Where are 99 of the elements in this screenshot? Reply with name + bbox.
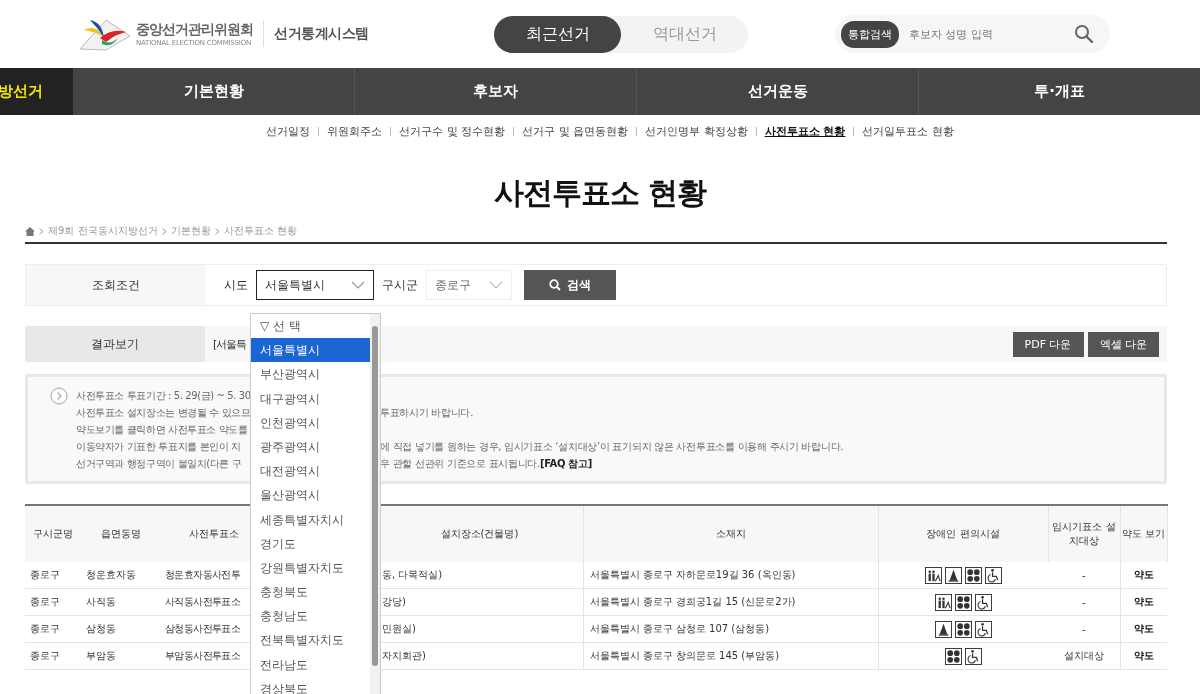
table-cell: 서울특별시 종로구 경희궁1길 15 (신문로2가) <box>589 596 796 607</box>
page-title: 사전투표소 현황 <box>492 174 708 212</box>
search-input[interactable]: 후보자 성명 입력 <box>907 26 1061 42</box>
dropdown-option[interactable]: 광주광역시 <box>251 434 370 460</box>
province-select[interactable]: 서울특별시 <box>256 270 374 300</box>
field-label: 구시군 <box>382 276 418 294</box>
search-field[interactable]: 통합검색 후보자 성명 입력 <box>835 15 1110 53</box>
column-header: 임시기표소 설치대상 <box>1052 521 1116 546</box>
column-header: 사전투표소 <box>189 528 239 539</box>
table-cell: - <box>1081 569 1086 581</box>
notice-text: 사전투표소 투표기간 : 5. 29(금) ~ 5. 30 <box>76 388 249 403</box>
query-label: 조회조건 <box>26 265 206 305</box>
table-cell: 동, 다목적실) <box>382 569 443 580</box>
column-header: 소재지 <box>715 528 746 539</box>
chevron-circle-icon <box>50 387 68 405</box>
chevron-down-icon <box>351 281 365 289</box>
chevron-icon <box>161 227 167 235</box>
search-scope-label: 통합검색 <box>841 20 899 48</box>
map-link[interactable]: 약도 <box>1133 596 1154 607</box>
chevron-down-icon <box>489 281 503 289</box>
map-link[interactable]: 약도 <box>1133 623 1154 634</box>
table-cell: 서울특별시 종로구 창의문로 145 (부암동) <box>589 650 780 661</box>
column-header: 읍면동명 <box>101 528 141 539</box>
table-cell: 삼청동사전투표소 <box>165 623 241 634</box>
results-summary: [서울특 <box>213 336 247 352</box>
table-cell: 설치대상 <box>1063 650 1104 661</box>
table-cell: 사직동사전투표소 <box>165 596 241 607</box>
dropdown-option[interactable]: 강원특별자치도 <box>251 555 370 581</box>
table-cell: 삼청동 <box>86 623 116 634</box>
nav-menu-item[interactable]: 선거운동 <box>636 68 918 115</box>
results-label: 결과보기 <box>25 326 205 362</box>
sub-menu-link[interactable]: 선거일투표소 현황 <box>862 123 954 139</box>
sub-menu-link[interactable]: 선거일정 <box>266 123 311 139</box>
map-link[interactable]: 약도 <box>1133 569 1154 580</box>
dropdown-option[interactable]: 경기도 <box>251 531 370 556</box>
table-cell: 부암동사전투표소 <box>165 650 241 661</box>
election-tab[interactable]: 최근선거 <box>494 15 621 53</box>
table-cell: 부암동 <box>86 650 116 661</box>
notice-text: 약도보기를 클릭하면 사전투표소 약도를 <box>76 422 249 437</box>
system-name: 선거통계시스템 <box>274 25 369 43</box>
scrollbar[interactable] <box>370 314 380 694</box>
field-label: 시도 <box>224 276 248 294</box>
notice-text: 이동약자가 기표한 투표지를 본인이 지 <box>76 439 242 454</box>
table-cell: 종로구 <box>30 596 60 607</box>
current-election-label: 방선거 <box>0 82 43 101</box>
table-cell: 강당) <box>382 596 406 607</box>
dropdown-option[interactable]: 울산광역시 <box>251 483 370 508</box>
dropdown-option[interactable]: 부산광역시 <box>251 362 370 387</box>
dropdown-option[interactable]: ▽ 선 택 <box>251 314 370 339</box>
sub-menu-link[interactable]: 사전투표소 현황 <box>764 123 846 139</box>
nav-menu-item[interactable]: 투·개표 <box>918 68 1200 115</box>
column-header: 설치장소(건물명) <box>440 528 519 539</box>
notice-text: 투표하시기 바랍니다. <box>380 405 474 420</box>
dropdown-option[interactable]: 전북특별자치도 <box>251 628 370 653</box>
dropdown-option[interactable]: 경상북도 <box>251 676 370 694</box>
dropdown-option[interactable]: 대전광역시 <box>251 459 370 484</box>
download-button[interactable]: PDF 다운 <box>1012 331 1084 357</box>
notice-text: 사전투표소 설치장소는 변경될 수 있으므 <box>76 405 249 420</box>
search-icon <box>549 279 561 291</box>
dropdown-option[interactable]: 전라남도 <box>251 652 370 677</box>
sub-menu-link[interactable]: 선거구 및 읍면동현황 <box>522 123 629 139</box>
dropdown-option[interactable]: 충청북도 <box>251 580 370 605</box>
district-select[interactable]: 종로구 <box>426 270 512 300</box>
dropdown-option[interactable]: 세종특별자치시 <box>251 507 370 532</box>
table-cell: 민원실) <box>382 623 416 634</box>
column-header: 약도 보기 <box>1121 528 1166 539</box>
notice-text: 에 직접 넣기를 원하는 경우, 임시기표소 ‘설치대상’이 표기되지 않은 사전투표소를 이용해 주시기 바랍니다. <box>380 439 844 454</box>
organization-name: 중앙선거관리위원회 <box>136 21 253 39</box>
dropdown-option[interactable]: 대구광역시 <box>251 386 370 411</box>
dropdown-option[interactable]: 서울특별시 <box>251 338 370 363</box>
home-icon[interactable] <box>25 226 35 236</box>
table-cell: 서울특별시 종로구 자하문로19길 36 (옥인동) <box>589 569 796 580</box>
table-cell: - <box>1081 596 1086 608</box>
map-link[interactable]: 약도 <box>1133 650 1154 661</box>
table-cell: - <box>1081 623 1086 635</box>
nav-menu-item[interactable]: 후보자 <box>354 68 636 115</box>
sub-menu-link[interactable]: 선거구수 및 정수현황 <box>399 123 506 139</box>
table-cell: 자치회관) <box>382 650 426 661</box>
search-icon[interactable] <box>1074 24 1094 44</box>
nav-menu-item[interactable]: 기본현황 <box>73 68 354 115</box>
table-cell: 종로구 <box>30 650 60 661</box>
download-button[interactable]: 엑셀 다운 <box>1087 331 1159 357</box>
table-cell: 청운효자동사전투 <box>165 569 241 580</box>
table-cell: 종로구 <box>30 569 60 580</box>
table-cell: 종로구 <box>30 623 60 634</box>
table-cell: 사직동 <box>86 596 116 607</box>
dropdown-option[interactable]: 인천광역시 <box>251 410 370 435</box>
column-header: 장애인 편의시설 <box>926 528 1000 539</box>
notice-text: 선거구역과 행정구역이 불일치(다른 구 <box>76 456 243 471</box>
table-cell: 청운효자동 <box>86 569 136 580</box>
sub-menu-link[interactable]: 위원회주소 <box>327 123 383 139</box>
notice-text: 우 관할 선관위 기준으로 표시됩니다.[FAQ 참고] <box>380 456 593 471</box>
column-header: 구시군명 <box>33 528 73 539</box>
dropdown-option[interactable]: 충청남도 <box>251 604 370 629</box>
chevron-icon <box>39 227 44 235</box>
sub-menu-link[interactable]: 선거인명부 확정상황 <box>645 123 748 139</box>
search-button[interactable]: 검색 <box>524 270 616 300</box>
table-cell: 서울특별시 종로구 삼청로 107 (삼청동) <box>589 623 770 634</box>
chevron-icon <box>214 227 220 235</box>
